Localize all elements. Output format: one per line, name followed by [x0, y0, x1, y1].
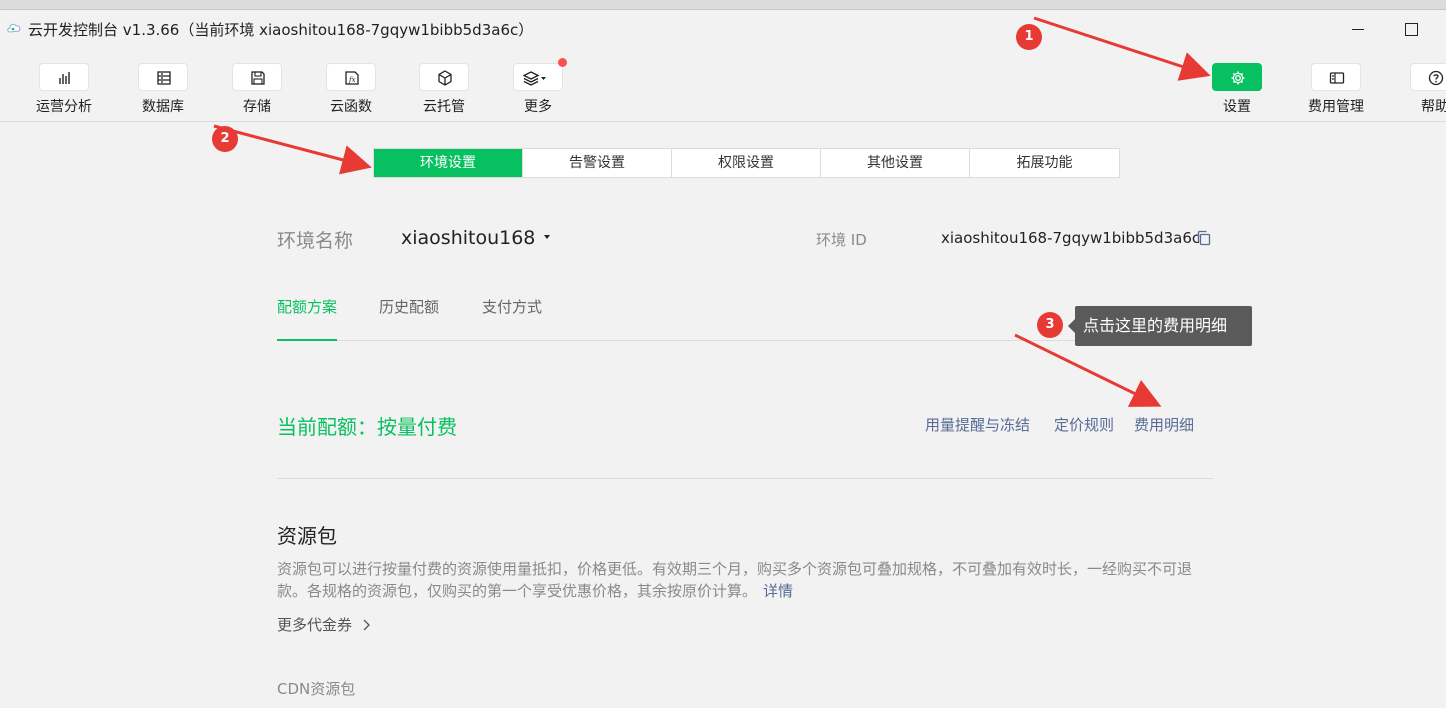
- toolbar-storage[interactable]: 存储: [219, 63, 295, 116]
- toolbar-label: 更多: [524, 99, 552, 115]
- maximize-button[interactable]: [1399, 18, 1423, 40]
- cdn-resource-pack-title: CDN资源包: [277, 680, 356, 698]
- database-icon: [138, 63, 188, 91]
- svg-text:fx: fx: [348, 76, 356, 84]
- tab-env-settings[interactable]: 环境设置: [374, 149, 523, 177]
- env-name-label: 环境名称: [277, 230, 354, 252]
- function-icon: fx: [326, 63, 376, 91]
- toolbar-label: 设置: [1223, 99, 1251, 115]
- help-icon: [1410, 63, 1446, 91]
- toolbar-billing[interactable]: 费用管理: [1298, 63, 1374, 116]
- notification-dot: [558, 58, 567, 67]
- toolbar-label: 云函数: [330, 99, 372, 115]
- window-top-band: [0, 0, 1446, 10]
- env-id-label: 环境 ID: [816, 231, 867, 249]
- detail-link[interactable]: 详情: [763, 582, 793, 600]
- toolbar-label: 数据库: [142, 99, 184, 115]
- resource-pack-title: 资源包: [277, 524, 337, 548]
- env-id-value: xiaoshitou168-7gqyw1bibb5d3a6c: [941, 229, 1201, 247]
- bar-chart-icon: [39, 63, 89, 91]
- env-name-dropdown[interactable]: xiaoshitou168: [401, 227, 535, 249]
- title-bar: 云开发控制台 v1.3.66（当前环境 xiaoshitou168-7gqyw1…: [0, 10, 1446, 48]
- toolbar-database[interactable]: 数据库: [125, 63, 201, 116]
- toolbar-label: 帮助: [1421, 99, 1446, 115]
- minimize-button[interactable]: [1346, 18, 1370, 40]
- tab-alert-settings[interactable]: 告警设置: [523, 149, 672, 177]
- settings-tabs: 环境设置 告警设置 权限设置 其他设置 拓展功能: [373, 148, 1120, 178]
- toolbar-settings[interactable]: 设置: [1199, 63, 1275, 116]
- toolbar-label: 存储: [243, 99, 271, 115]
- tab-payment-method[interactable]: 支付方式: [482, 296, 542, 317]
- chevron-right-icon: [363, 619, 370, 631]
- more-coupons-label: 更多代金券: [277, 616, 353, 634]
- toolbar-hosting[interactable]: 云托管: [406, 63, 482, 116]
- tab-permission-settings[interactable]: 权限设置: [672, 149, 821, 177]
- pricing-rules-link[interactable]: 定价规则: [1054, 414, 1114, 435]
- toolbar-help[interactable]: 帮助: [1397, 63, 1446, 116]
- more-coupons-link[interactable]: 更多代金券: [277, 614, 371, 635]
- toolbar-label: 运营分析: [36, 99, 92, 115]
- usage-alert-link[interactable]: 用量提醒与冻结: [925, 414, 1030, 435]
- resource-description-text: 资源包可以进行按量付费的资源使用量抵扣，价格更低。有效期三个月，购买多个资源包可…: [277, 560, 1193, 600]
- divider: [277, 478, 1213, 479]
- billing-icon: [1311, 63, 1361, 91]
- tab-other-settings[interactable]: 其他设置: [821, 149, 970, 177]
- step-badge-3: 3: [1037, 312, 1063, 338]
- cube-icon: [419, 63, 469, 91]
- current-quota: 当前配额：按量付费: [277, 415, 457, 439]
- save-icon: [232, 63, 282, 91]
- tab-quota-history[interactable]: 历史配额: [379, 296, 439, 317]
- layers-icon: [513, 58, 567, 91]
- cloud-app-icon: [7, 23, 21, 33]
- toolbar-more[interactable]: 更多: [500, 58, 576, 116]
- window-title: 云开发控制台 v1.3.66（当前环境 xiaoshitou168-7gqyw1…: [28, 21, 534, 39]
- step-badge-1: 1: [1016, 24, 1042, 50]
- toolbar-label: 云托管: [423, 99, 465, 115]
- toolbar-functions[interactable]: fx 云函数: [313, 63, 389, 116]
- tab-extensions[interactable]: 拓展功能: [970, 149, 1119, 177]
- gear-icon: [1212, 63, 1262, 91]
- tab-quota-plan[interactable]: 配额方案: [277, 296, 338, 341]
- caret-down-icon[interactable]: [544, 235, 550, 239]
- toolbar-label: 费用管理: [1308, 99, 1364, 115]
- toolbar-analytics[interactable]: 运营分析: [26, 63, 102, 116]
- copy-icon[interactable]: [1196, 230, 1212, 246]
- main-toolbar: 运营分析 数据库 存储 fx 云函数 云托管 更多 设置 费用管理 帮助: [0, 48, 1446, 122]
- annotation-tooltip: 点击这里的费用明细: [1068, 306, 1252, 346]
- billing-details-link[interactable]: 费用明细: [1134, 414, 1194, 435]
- step-badge-2: 2: [212, 126, 238, 152]
- resource-pack-description: 资源包可以进行按量付费的资源使用量抵扣，价格更低。有效期三个月，购买多个资源包可…: [277, 558, 1217, 602]
